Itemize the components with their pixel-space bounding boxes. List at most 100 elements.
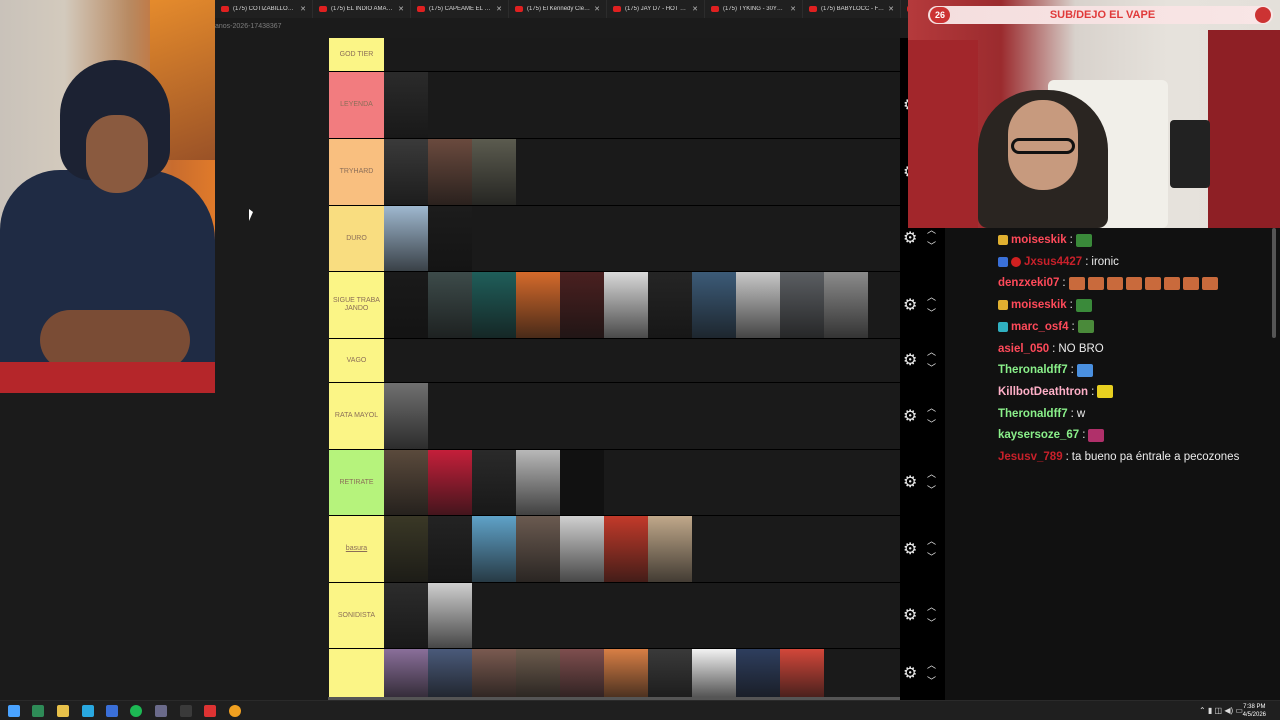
app-icon[interactable] [155, 705, 167, 717]
artist-thumbnail[interactable] [428, 583, 472, 648]
artist-thumbnail[interactable] [780, 649, 824, 698]
artist-thumbnail[interactable] [692, 649, 736, 698]
artist-thumbnail[interactable] [472, 139, 516, 205]
artist-thumbnail[interactable] [648, 272, 692, 338]
artist-thumbnail[interactable] [516, 516, 560, 582]
taskbar-clock[interactable]: 7:38 PM 4/5/2026 [1243, 703, 1266, 719]
move-down-icon[interactable]: ﹀ [927, 242, 936, 251]
artist-thumbnail[interactable] [428, 649, 472, 698]
move-down-icon[interactable]: ﹀ [927, 364, 936, 373]
artist-thumbnail[interactable] [428, 139, 472, 205]
tier-label[interactable]: SIGUE TRABAJANDO [329, 272, 384, 338]
gear-icon[interactable]: ⚙ [903, 408, 917, 425]
artist-thumbnail[interactable] [516, 649, 560, 698]
gear-icon[interactable]: ⚙ [903, 608, 917, 624]
browser-tab[interactable]: (175) EL INDIO AMARO ✕ [313, 0, 411, 18]
tier-label[interactable]: GOD TIER [329, 38, 384, 71]
artist-thumbnail[interactable] [560, 450, 604, 515]
tier-label[interactable]: RATA MAYOL [329, 383, 384, 449]
artist-thumbnail[interactable] [516, 272, 560, 338]
artist-thumbnail[interactable] [604, 272, 648, 338]
move-down-icon[interactable]: ﹀ [927, 419, 936, 429]
artist-thumbnail[interactable] [560, 272, 604, 338]
system-tray-icons[interactable]: ⌃ ▮ ◫ ◀) ▭ [1199, 706, 1243, 715]
move-down-icon[interactable]: ﹀ [927, 677, 936, 686]
tier-label[interactable]: LEYENDA [329, 72, 384, 138]
artist-thumbnail[interactable] [604, 649, 648, 698]
chat-username[interactable]: Jesusv_789 [998, 451, 1063, 463]
move-down-icon[interactable]: ﹀ [927, 486, 936, 495]
move-up-icon[interactable]: ︿ [927, 292, 936, 302]
artist-thumbnail[interactable] [472, 272, 516, 338]
chrome-icon[interactable] [229, 705, 241, 717]
move-down-icon[interactable]: ﹀ [927, 308, 936, 318]
gear-icon[interactable]: ⚙ [903, 353, 917, 369]
tier-label[interactable]: VAGO [329, 339, 384, 382]
artist-thumbnail[interactable] [780, 272, 824, 338]
close-icon[interactable]: ✕ [398, 5, 404, 13]
move-up-icon[interactable]: ︿ [927, 348, 936, 357]
artist-thumbnail[interactable] [384, 583, 428, 648]
obs-icon[interactable] [180, 705, 192, 717]
artist-thumbnail[interactable] [560, 516, 604, 582]
gear-icon[interactable]: ⚙ [903, 297, 917, 314]
gear-icon[interactable]: ⚙ [903, 475, 917, 491]
artist-thumbnail[interactable] [560, 649, 604, 698]
artist-thumbnail[interactable] [472, 516, 516, 582]
tier-label[interactable]: SONIDISTA [329, 583, 384, 648]
artist-thumbnail[interactable] [428, 450, 472, 515]
browser-tab[interactable]: (175) El Kennedy Clemen ✕ [509, 0, 607, 18]
gear-icon[interactable]: ⚙ [903, 666, 917, 682]
artist-thumbnail[interactable] [604, 516, 648, 582]
artist-thumbnail[interactable] [384, 649, 428, 698]
artist-thumbnail[interactable] [384, 272, 428, 338]
tier-label[interactable] [329, 649, 384, 698]
close-icon[interactable]: ✕ [300, 5, 306, 13]
artist-thumbnail[interactable] [472, 649, 516, 698]
artist-thumbnail[interactable] [428, 516, 472, 582]
tier-label[interactable]: TRYHARD [329, 139, 384, 205]
chat-username[interactable]: KillbotDeathtron [998, 386, 1088, 398]
browser-tab[interactable]: (175) CAPEAME EL DRILL ✕ [411, 0, 509, 18]
move-up-icon[interactable]: ︿ [927, 661, 936, 670]
move-down-icon[interactable]: ﹀ [927, 619, 936, 628]
browser-tab[interactable]: (175) JAY D7 - HOT FACT ✕ [607, 0, 705, 18]
chat-username[interactable]: asiel_050 [998, 343, 1049, 355]
app-store-icon[interactable] [106, 705, 118, 717]
artist-thumbnail[interactable] [648, 649, 692, 698]
artist-thumbnail[interactable] [384, 206, 428, 271]
artist-thumbnail[interactable] [384, 516, 428, 582]
gear-icon[interactable]: ⚙ [903, 231, 917, 247]
browser-tab[interactable]: (175) BABYLOCC - FATAL ✕ [803, 0, 901, 18]
chat-username[interactable]: denzxeki07 [998, 277, 1059, 289]
move-up-icon[interactable]: ︿ [927, 470, 936, 479]
chat-username[interactable]: moiseskik [1011, 234, 1067, 246]
artist-thumbnail[interactable] [384, 72, 428, 138]
chat-username[interactable]: Jxsus4427 [1024, 256, 1082, 268]
browser-tab[interactable]: (175) TYKING - 30Y1 (Vi ✕ [705, 0, 803, 18]
file-explorer-icon[interactable] [57, 705, 69, 717]
chat-username[interactable]: Theronaldff7 [998, 364, 1068, 376]
artist-thumbnail[interactable] [736, 649, 780, 698]
artist-thumbnail[interactable] [472, 450, 516, 515]
tier-label[interactable]: RETIRATE [329, 450, 384, 515]
gear-icon[interactable]: ⚙ [903, 541, 917, 558]
artist-thumbnail[interactable] [384, 139, 428, 205]
close-icon[interactable]: ✕ [496, 5, 502, 13]
address-bar[interactable]: anos-2026-17438367 [215, 18, 908, 36]
artist-thumbnail[interactable] [736, 272, 780, 338]
chat-username[interactable]: Theronaldff7 [998, 408, 1068, 420]
chat-username[interactable]: moiseskik [1011, 299, 1067, 311]
close-icon[interactable]: ✕ [888, 5, 894, 13]
artist-thumbnail[interactable] [692, 272, 736, 338]
artist-thumbnail[interactable] [384, 383, 428, 449]
artist-thumbnail[interactable] [428, 272, 472, 338]
spotify-icon[interactable] [130, 705, 142, 717]
app-red-icon[interactable] [204, 705, 216, 717]
move-up-icon[interactable]: ︿ [927, 536, 936, 546]
move-down-icon[interactable]: ﹀ [927, 552, 936, 562]
tier-label[interactable]: basura [329, 516, 384, 582]
move-up-icon[interactable]: ︿ [927, 403, 936, 413]
browser-tab[interactable]: (17✕ [901, 0, 908, 18]
artist-thumbnail[interactable] [384, 450, 428, 515]
